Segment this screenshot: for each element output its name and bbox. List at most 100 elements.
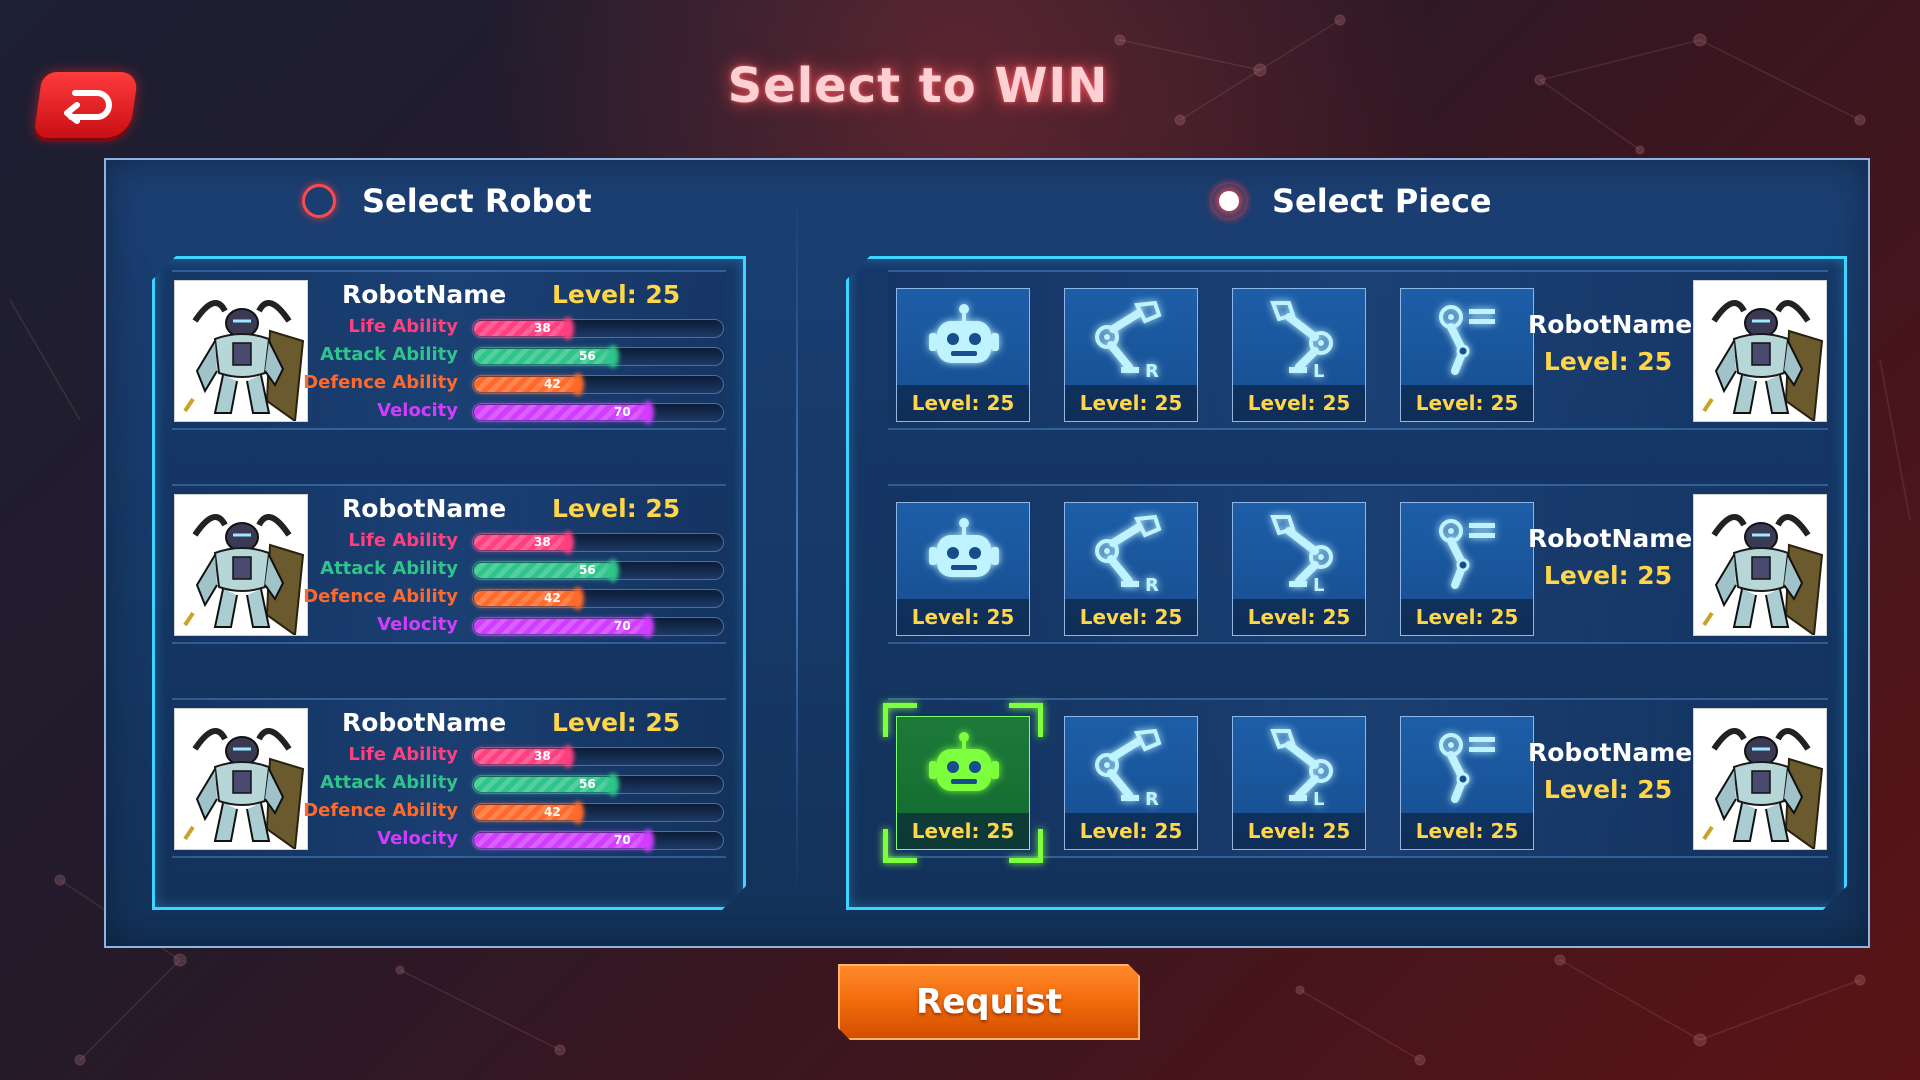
piece-slot-leg[interactable]: Level: 25 [1400,502,1534,636]
leg-icon [1427,295,1509,385]
defence-ability-row: Defence Ability 42 [302,800,742,824]
select-piece-label: Select Piece [1272,182,1492,220]
attack-ability-bar-glow [607,773,619,796]
piece-row-robot-level: Level: 25 [1543,347,1673,376]
piece-level: Level: 25 [1233,813,1365,849]
piece-slot-left-arm[interactable]: L Level: 25 [1232,502,1366,636]
piece-row: Level: 25 R Level: 25 L Level: 25 Level:… [888,484,1828,644]
robot-name: RobotName [342,280,507,309]
panel-divider [796,195,798,895]
attack-ability-row: Attack Ability 56 [302,772,742,796]
robot-card[interactable]: RobotName Level: 25 Life Ability 38 Atta… [172,270,726,430]
attack-ability-bar: 56 [472,345,724,368]
robot-name: RobotName [342,708,507,737]
velocity-value: 70 [614,833,631,847]
robot-level: Level: 25 [552,280,681,309]
piece-level: Level: 25 [897,599,1029,635]
piece-row-robot-level: Level: 25 [1543,561,1673,590]
robot-head-icon [923,509,1005,599]
defence-ability-bar: 42 [472,373,724,396]
piece-slot-right-arm[interactable]: R Level: 25 [1064,716,1198,850]
right-arm-icon: R [1091,723,1173,813]
leg-icon [1427,723,1509,813]
velocity-bar-glow [642,401,654,424]
robot-level: Level: 25 [552,708,681,737]
velocity-row: Velocity 70 [302,614,742,638]
velocity-label: Velocity [377,828,458,849]
defence-ability-bar-glow [572,373,584,396]
piece-level: Level: 25 [1065,385,1197,421]
request-button[interactable]: Requist [838,964,1140,1040]
piece-slot-right-arm[interactable]: R Level: 25 [1064,288,1198,422]
life-ability-bar-fill [474,749,569,764]
selection-corner [883,703,917,737]
life-ability-bar-glow [562,745,574,768]
select-robot-radio[interactable] [302,184,336,218]
velocity-bar-glow [642,829,654,852]
defence-ability-bar-glow [572,587,584,610]
velocity-value: 70 [614,405,631,419]
attack-ability-value: 56 [579,777,596,791]
life-ability-bar-glow [562,531,574,554]
life-ability-value: 38 [534,321,551,335]
life-ability-bar-fill [474,321,569,336]
life-ability-label: Life Ability [348,744,458,765]
piece-level: Level: 25 [1401,599,1533,635]
attack-ability-bar-glow [607,345,619,368]
robot-name: RobotName [342,494,507,523]
piece-slot-robot-head[interactable]: Level: 25 [883,703,1043,863]
svg-text:L: L [1313,575,1324,596]
robot-card[interactable]: RobotName Level: 25 Life Ability 38 Atta… [172,484,726,644]
attack-ability-bar: 56 [472,559,724,582]
velocity-label: Velocity [377,400,458,421]
life-ability-bar-glow [562,317,574,340]
piece-row-robot-level: Level: 25 [1543,775,1673,804]
defence-ability-row: Defence Ability 42 [302,372,742,396]
piece-row-robot-portrait [1693,494,1827,636]
piece-row-robot-name: RobotName [1528,524,1693,553]
defence-ability-bar-fill [474,377,579,392]
select-robot-label: Select Robot [362,182,592,220]
piece-level: Level: 25 [1065,599,1197,635]
robot-head-icon [923,723,1005,813]
velocity-row: Velocity 70 [302,828,742,852]
piece-level: Level: 25 [1233,385,1365,421]
life-ability-label: Life Ability [348,530,458,551]
robot-portrait [174,708,308,850]
defence-ability-bar-fill [474,591,579,606]
piece-level: Level: 25 [1065,813,1197,849]
velocity-value: 70 [614,619,631,633]
selection-corner [1009,703,1043,737]
piece-slot-right-arm[interactable]: R Level: 25 [1064,502,1198,636]
attack-ability-label: Attack Ability [320,558,458,579]
piece-level: Level: 25 [1233,599,1365,635]
defence-ability-value: 42 [544,377,561,391]
piece-slot-leg[interactable]: Level: 25 [1400,288,1534,422]
select-piece-header: Select Piece [1212,182,1492,220]
velocity-row: Velocity 70 [302,400,742,424]
life-ability-value: 38 [534,749,551,763]
selection-corner [883,829,917,863]
velocity-bar: 70 [472,615,724,638]
piece-row: Level: 25 R Level: 25 L Level: 25 Level:… [888,270,1828,430]
life-ability-value: 38 [534,535,551,549]
select-piece-radio[interactable] [1212,184,1246,218]
defence-ability-label: Defence Ability [303,372,458,393]
right-arm-icon: R [1091,509,1173,599]
robot-head-icon [923,295,1005,385]
life-ability-bar-fill [474,535,569,550]
defence-ability-bar: 42 [472,587,724,610]
piece-slot-robot-head[interactable]: Level: 25 [896,288,1030,422]
piece-row-robot-portrait [1693,708,1827,850]
life-ability-row: Life Ability 38 [302,530,742,554]
defence-ability-label: Defence Ability [303,800,458,821]
piece-slot-leg[interactable]: Level: 25 [1400,716,1534,850]
velocity-bar: 70 [472,401,724,424]
piece-slot-left-arm[interactable]: L Level: 25 [1232,716,1366,850]
piece-slot-left-arm[interactable]: L Level: 25 [1232,288,1366,422]
piece-slot-robot-head[interactable]: Level: 25 [896,502,1030,636]
piece-level: Level: 25 [897,385,1029,421]
piece-row-robot-name: RobotName [1528,310,1693,339]
velocity-label: Velocity [377,614,458,635]
robot-card[interactable]: RobotName Level: 25 Life Ability 38 Atta… [172,698,726,858]
